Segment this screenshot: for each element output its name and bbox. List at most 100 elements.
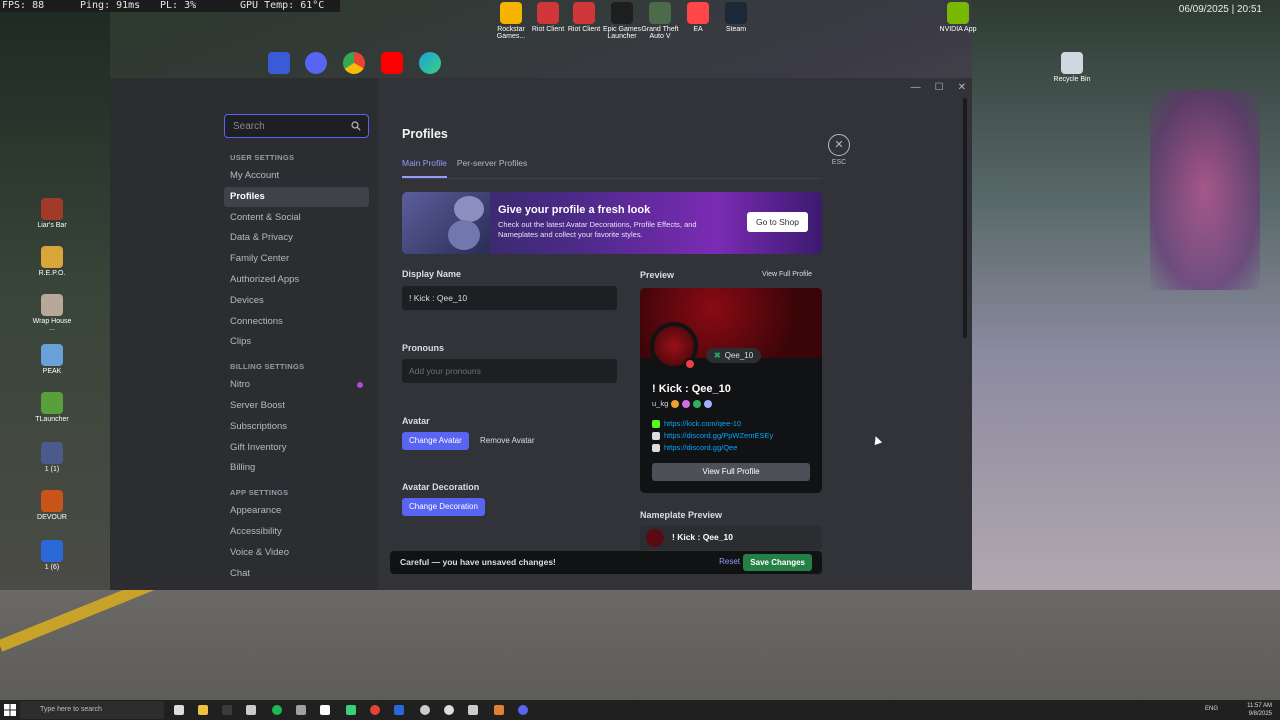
promo-title: Give your profile a fresh look xyxy=(498,204,651,216)
app-icon[interactable] xyxy=(468,705,478,715)
recycle-bin-shortcut[interactable]: Recycle Bin xyxy=(1050,52,1094,83)
desktop-shortcut-label: Riot Client xyxy=(567,26,601,33)
view-full-profile-button[interactable]: View Full Profile xyxy=(652,463,810,481)
file-explorer-icon[interactable] xyxy=(198,705,208,715)
desktop-shortcut-devour[interactable]: DEVOUR xyxy=(30,490,74,521)
packet-loss-readout: PL: 3% xyxy=(160,0,197,11)
app-icon[interactable] xyxy=(346,705,356,715)
sidebar-item-appearance[interactable]: Appearance xyxy=(224,501,369,521)
content-scrollbar[interactable] xyxy=(963,98,967,338)
sidebar-item-voice-video[interactable]: Voice & Video xyxy=(224,543,369,563)
davinci-icon[interactable] xyxy=(268,52,290,74)
sidebar-item-accessibility[interactable]: Accessibility xyxy=(224,522,369,542)
profile-preview-card: ✖ Qee_10 ! Kick : Qee_10 u_kg https://kic… xyxy=(640,288,822,493)
bio-link[interactable]: https://discord.gg/PpWZemESEy xyxy=(652,430,773,442)
desktop-shortcut-r-e-p-o[interactable]: R.E.P.O. xyxy=(30,246,74,277)
sidebar-item-billing[interactable]: Billing xyxy=(224,458,369,478)
sidebar-item-clips[interactable]: Clips xyxy=(224,332,369,352)
youtube-icon[interactable] xyxy=(381,52,403,74)
desktop-shortcut-label: R.E.P.O. xyxy=(38,270,66,277)
search-icon xyxy=(351,121,361,131)
tab-main-profile[interactable]: Main Profile xyxy=(402,158,447,178)
app-icon[interactable] xyxy=(222,705,232,715)
desktop-shortcut-1-6[interactable]: 1 (6) xyxy=(30,540,74,571)
app-icon[interactable] xyxy=(420,705,430,715)
close-icon[interactable]: ✕ xyxy=(828,134,850,156)
reset-button[interactable]: Reset xyxy=(719,557,740,566)
sidebar-item-content-social[interactable]: Content & Social xyxy=(224,208,369,228)
sidebar-item-my-account[interactable]: My Account xyxy=(224,166,369,186)
profiles-content: Profiles Main Profile Per-server Profile… xyxy=(378,78,972,590)
settings-nav: USER SETTINGS My Account Profiles Content … xyxy=(224,152,369,584)
sidebar-item-connections[interactable]: Connections xyxy=(224,312,369,332)
change-decoration-button[interactable]: Change Decoration xyxy=(402,498,485,516)
windows-start-icon[interactable] xyxy=(4,704,16,716)
chrome-icon[interactable] xyxy=(370,705,380,715)
desktop-shortcut-nvidia-app[interactable]: NVIDIA App xyxy=(936,2,980,33)
app-icon[interactable] xyxy=(444,705,454,715)
bio-link[interactable]: https://kick.com/qee-10 xyxy=(652,418,773,430)
task-view-icon[interactable] xyxy=(174,705,184,715)
preview-username: u_kg xyxy=(652,399,669,408)
sidebar-item-profiles[interactable]: Profiles xyxy=(224,186,369,207)
overlay-clock: 06/09/2025 | 20:51 xyxy=(1178,4,1262,15)
spotify-icon[interactable] xyxy=(272,705,282,715)
desktop-shortcut-label: Grand Theft Auto V xyxy=(641,26,679,40)
nvidia-app-icon xyxy=(947,2,969,24)
badge-icon xyxy=(693,399,702,408)
ping-readout: Ping: 91ms xyxy=(80,0,141,11)
profile-tabs: Main Profile Per-server Profiles xyxy=(402,158,527,178)
taskbar-search[interactable]: Type here to search xyxy=(20,701,164,719)
nameplate-name: ! Kick : Qee_10 xyxy=(672,532,733,542)
desktop-shortcut-1-1[interactable]: 1 (1) xyxy=(30,442,74,473)
sidebar-item-authorized-apps[interactable]: Authorized Apps xyxy=(224,270,369,290)
page-title: Profiles xyxy=(402,127,448,141)
change-avatar-button[interactable]: Change Avatar xyxy=(402,432,469,450)
sidebar-item-data-privacy[interactable]: Data & Privacy xyxy=(224,228,369,248)
search-input[interactable] xyxy=(225,115,343,137)
desktop-shortcut-label: EA xyxy=(693,26,703,33)
gpu-temp-readout: GPU Temp: 61°C xyxy=(240,0,325,11)
sidebar-item-subscriptions[interactable]: Subscriptions xyxy=(224,417,369,437)
settings-search[interactable] xyxy=(224,114,369,138)
app-icon[interactable] xyxy=(296,705,306,715)
badge-icon xyxy=(704,399,713,408)
recycle-bin-icon xyxy=(1061,52,1083,74)
notepad-icon[interactable] xyxy=(320,705,330,715)
edge-icon[interactable] xyxy=(419,52,441,74)
view-full-profile-link[interactable]: View Full Profile xyxy=(762,271,812,278)
go-to-shop-button[interactable]: Go to Shop xyxy=(746,212,808,232)
tab-per-server-profiles[interactable]: Per-server Profiles xyxy=(457,158,527,178)
desktop-shortcut-liar-s-bar[interactable]: Liar's Bar xyxy=(30,198,74,229)
esc-close-button[interactable]: ✕ ESC xyxy=(826,134,852,166)
sidebar-item-family-center[interactable]: Family Center xyxy=(224,249,369,269)
save-changes-button[interactable]: Save Changes xyxy=(743,554,812,571)
sidebar-item-server-boost[interactable]: Server Boost xyxy=(224,396,369,416)
discord-icon[interactable] xyxy=(305,52,327,74)
promo-art xyxy=(402,192,490,254)
pronouns-field[interactable]: Add your pronouns xyxy=(402,359,617,383)
sidebar-item-devices[interactable]: Devices xyxy=(224,291,369,311)
app-icon[interactable] xyxy=(246,705,256,715)
sidebar-item-gift-inventory[interactable]: Gift Inventory xyxy=(224,438,369,458)
language-indicator[interactable]: ENG xyxy=(1205,706,1218,712)
epic-games-launcher-icon xyxy=(611,2,633,24)
system-clock[interactable]: 11:57 AM 9/8/2025 xyxy=(1247,702,1272,718)
discord-icon[interactable] xyxy=(518,705,528,715)
desktop-shortcut-steam[interactable]: Steam xyxy=(714,2,758,33)
steam-icon[interactable] xyxy=(394,705,404,715)
rockstar-games-icon xyxy=(500,2,522,24)
peak-icon xyxy=(41,344,63,366)
riot-client-icon xyxy=(537,2,559,24)
display-name-field[interactable]: ! Kick : Qee_10 xyxy=(402,286,617,310)
desktop-shortcut-tlauncher[interactable]: TLauncher xyxy=(30,392,74,423)
app-icon[interactable] xyxy=(494,705,504,715)
desktop-shortcut-wrap-house[interactable]: Wrap House ... xyxy=(30,294,74,332)
sidebar-item-nitro[interactable]: Nitro xyxy=(224,375,369,395)
sidebar-item-chat[interactable]: Chat xyxy=(224,564,369,584)
remove-avatar-button[interactable]: Remove Avatar xyxy=(473,432,542,450)
discord-logo-icon xyxy=(454,196,484,222)
chrome-icon[interactable] xyxy=(343,52,365,74)
bio-link[interactable]: https://discord.gg/Qee xyxy=(652,442,773,454)
desktop-shortcut-peak[interactable]: PEAK xyxy=(30,344,74,375)
